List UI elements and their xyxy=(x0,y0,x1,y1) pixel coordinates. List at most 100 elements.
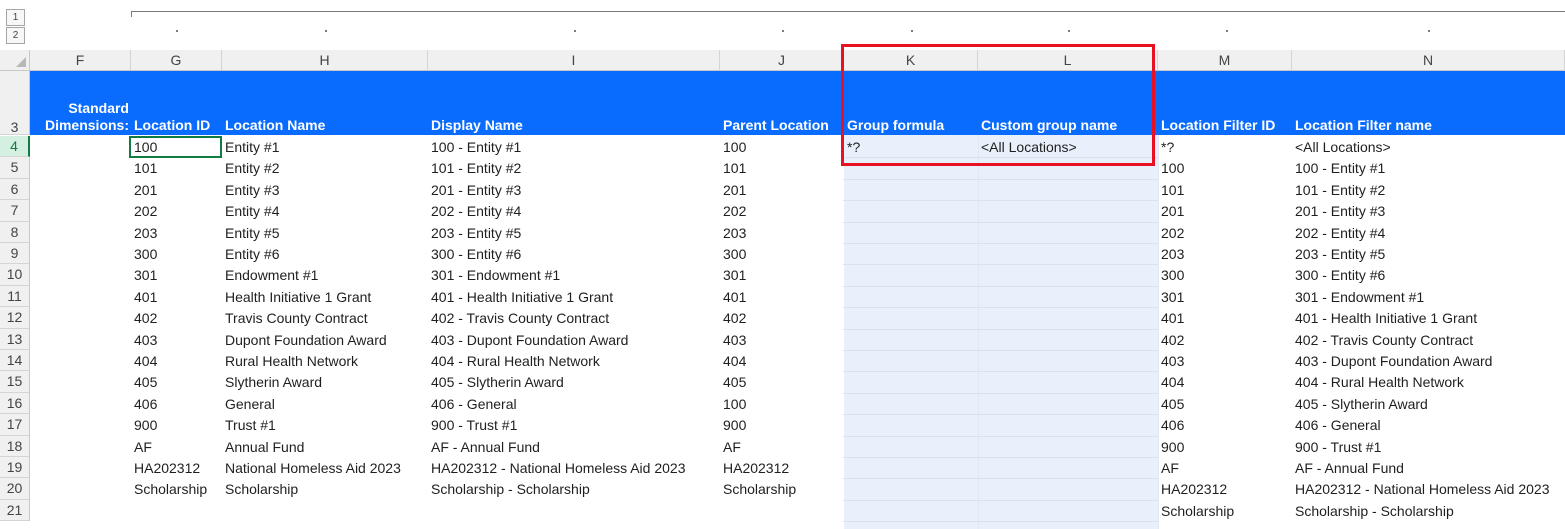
cell-h[interactable]: Entity #2 xyxy=(222,157,428,178)
cell-k[interactable] xyxy=(844,222,978,243)
cell-k[interactable] xyxy=(844,436,978,457)
cell-i[interactable]: 300 - Entity #6 xyxy=(428,243,720,264)
row-header[interactable]: 20 xyxy=(0,478,30,500)
row-header[interactable]: 5 xyxy=(0,157,30,179)
cell-j[interactable]: AF xyxy=(720,436,844,457)
cell-g[interactable]: 202 xyxy=(131,200,222,221)
row-header[interactable]: 19 xyxy=(0,457,30,479)
cell-g[interactable]: 405 xyxy=(131,371,222,392)
cell-j[interactable]: 203 xyxy=(720,222,844,243)
cell-i[interactable]: 100 - Entity #1 xyxy=(428,136,720,157)
cell-g[interactable]: HA202312 xyxy=(131,457,222,478)
cell-n[interactable]: 403 - Dupont Foundation Award xyxy=(1292,350,1565,371)
row-header[interactable]: 17 xyxy=(0,414,30,436)
row-header[interactable]: 14 xyxy=(0,350,30,372)
cell-j[interactable]: 201 xyxy=(720,179,844,200)
cell-g[interactable]: 401 xyxy=(131,286,222,307)
cell-j[interactable]: 301 xyxy=(720,264,844,285)
cell-m[interactable]: 404 xyxy=(1158,371,1292,392)
cell-l[interactable] xyxy=(978,329,1158,350)
cell-j[interactable]: 101 xyxy=(720,157,844,178)
cell-k[interactable] xyxy=(844,457,978,478)
cell-l[interactable] xyxy=(978,436,1158,457)
cell-n[interactable]: 401 - Health Initiative 1 Grant xyxy=(1292,307,1565,328)
cell-g[interactable]: Scholarship xyxy=(131,478,222,499)
cell-n[interactable]: 100 - Entity #1 xyxy=(1292,157,1565,178)
cell-g[interactable]: 101 xyxy=(131,157,222,178)
cell-n[interactable]: 900 - Trust #1 xyxy=(1292,436,1565,457)
header-cell-j[interactable]: Parent Location xyxy=(720,71,844,135)
cell-i[interactable] xyxy=(428,500,720,521)
cell-m[interactable]: 202 xyxy=(1158,222,1292,243)
cell-k[interactable] xyxy=(844,393,978,414)
cell-n[interactable]: 202 - Entity #4 xyxy=(1292,222,1565,243)
header-cell-f[interactable]: Standard Dimensions: xyxy=(30,71,131,135)
column-header-j[interactable]: J xyxy=(720,50,844,71)
cell-j[interactable]: Scholarship xyxy=(720,478,844,499)
cell-h[interactable] xyxy=(222,500,428,521)
cell-g[interactable] xyxy=(131,500,222,521)
cell-j[interactable]: 900 xyxy=(720,414,844,435)
select-all-corner[interactable] xyxy=(0,50,30,71)
cell-l[interactable] xyxy=(978,393,1158,414)
cell-l[interactable] xyxy=(978,350,1158,371)
cell-g[interactable]: 402 xyxy=(131,307,222,328)
column-header-i[interactable]: I xyxy=(428,50,720,71)
cell-m[interactable]: 402 xyxy=(1158,329,1292,350)
cell-g[interactable]: 300 xyxy=(131,243,222,264)
cell-g[interactable]: 900 xyxy=(131,414,222,435)
cell-m[interactable]: 401 xyxy=(1158,307,1292,328)
cell-m[interactable]: AF xyxy=(1158,457,1292,478)
column-header-h[interactable]: H xyxy=(222,50,428,71)
cell-l[interactable] xyxy=(978,478,1158,499)
cell-j[interactable]: HA202312 xyxy=(720,457,844,478)
cell-l[interactable] xyxy=(978,371,1158,392)
cell-n[interactable]: HA202312 - National Homeless Aid 2023 xyxy=(1292,478,1565,499)
cell-i[interactable]: 403 - Dupont Foundation Award xyxy=(428,329,720,350)
cell-i[interactable]: 900 - Trust #1 xyxy=(428,414,720,435)
cell-i[interactable]: 301 - Endowment #1 xyxy=(428,264,720,285)
cell-n[interactable]: 406 - General xyxy=(1292,414,1565,435)
cell-j[interactable]: 404 xyxy=(720,350,844,371)
cell-n[interactable]: 405 - Slytherin Award xyxy=(1292,393,1565,414)
cell-k[interactable] xyxy=(844,350,978,371)
row-header[interactable]: 18 xyxy=(0,435,30,457)
cell-l[interactable] xyxy=(978,179,1158,200)
cell-m[interactable]: 100 xyxy=(1158,157,1292,178)
cell-k[interactable] xyxy=(844,286,978,307)
cell-l[interactable] xyxy=(978,222,1158,243)
cell-i[interactable]: 406 - General xyxy=(428,393,720,414)
cell-j[interactable]: 401 xyxy=(720,286,844,307)
cell-g[interactable]: 406 xyxy=(131,393,222,414)
cell-h[interactable]: Scholarship xyxy=(222,478,428,499)
cell-i[interactable]: 202 - Entity #4 xyxy=(428,200,720,221)
column-header-g[interactable]: G xyxy=(131,50,222,71)
cell-n[interactable]: 101 - Entity #2 xyxy=(1292,179,1565,200)
row-header[interactable]: 13 xyxy=(0,328,30,350)
cell-i[interactable]: 201 - Entity #3 xyxy=(428,179,720,200)
cell-m[interactable]: 405 xyxy=(1158,393,1292,414)
cell-m[interactable]: 203 xyxy=(1158,243,1292,264)
header-cell-n[interactable]: Location Filter name xyxy=(1292,71,1565,135)
cell-j[interactable] xyxy=(720,500,844,521)
cell-j[interactable]: 100 xyxy=(720,136,844,157)
cell-h[interactable]: Health Initiative 1 Grant xyxy=(222,286,428,307)
cell-l[interactable] xyxy=(978,264,1158,285)
cell-g[interactable]: 403 xyxy=(131,329,222,350)
cell-i[interactable]: 404 - Rural Health Network xyxy=(428,350,720,371)
row-header[interactable]: 21 xyxy=(0,499,30,522)
cell-h[interactable]: Entity #3 xyxy=(222,179,428,200)
cell-l[interactable] xyxy=(978,200,1158,221)
column-header-m[interactable]: M xyxy=(1158,50,1292,71)
row-header-3[interactable]: 3 xyxy=(0,71,30,135)
cell-m[interactable]: 201 xyxy=(1158,200,1292,221)
cell-j[interactable]: 300 xyxy=(720,243,844,264)
column-header-n[interactable]: N xyxy=(1292,50,1565,71)
cell-i[interactable]: Scholarship - Scholarship xyxy=(428,478,720,499)
cell-k[interactable] xyxy=(844,243,978,264)
cell-k[interactable] xyxy=(844,414,978,435)
cell-m[interactable]: 403 xyxy=(1158,350,1292,371)
cell-g[interactable]: 201 xyxy=(131,179,222,200)
cell-k[interactable] xyxy=(844,500,978,521)
cell-k[interactable] xyxy=(844,371,978,392)
